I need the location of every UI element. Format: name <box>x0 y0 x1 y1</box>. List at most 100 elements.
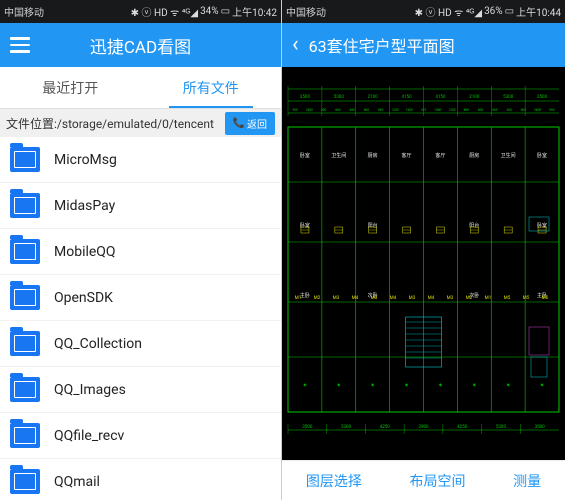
cad-viewport[interactable]: 3500530021004150415021005300350090026008… <box>282 67 565 460</box>
svg-text:800: 800 <box>521 108 527 112</box>
svg-text:✶: ✶ <box>370 382 375 389</box>
svg-text:卫生间: 卫生间 <box>331 152 346 159</box>
svg-text:860: 860 <box>464 108 470 112</box>
chevron-left-icon[interactable]: ‹ <box>292 34 299 56</box>
svg-text:4150: 4150 <box>435 94 446 100</box>
svg-text:✶: ✶ <box>404 382 409 389</box>
folder-item[interactable]: OpenSDK <box>0 275 281 321</box>
svg-text:厨房: 厨房 <box>469 152 479 159</box>
svg-text:475: 475 <box>421 108 427 112</box>
svg-text:3500: 3500 <box>300 94 311 100</box>
folder-icon <box>10 469 40 494</box>
tab-recent[interactable]: 最近打开 <box>0 67 141 108</box>
carrier-label: 中国移动 <box>4 4 44 19</box>
svg-text:1560: 1560 <box>434 108 441 112</box>
svg-text:M5: M5 <box>504 295 511 301</box>
svg-text:800: 800 <box>364 108 370 112</box>
app-title: 迅捷CAD看图 <box>90 33 191 58</box>
folder-name: QQfile_recv <box>54 428 124 444</box>
svg-text:厨房: 厨房 <box>368 152 378 159</box>
svg-text:主卧: 主卧 <box>300 292 310 299</box>
status-bar: 中国移动 ✱ ⓥ HD ᯤ ⁴ᴳ◢ 34% ▭ 上午10:42 <box>0 0 281 23</box>
svg-text:2100: 2100 <box>469 94 480 100</box>
folder-item[interactable]: MobileQQ <box>0 229 281 275</box>
folder-list[interactable]: MicroMsg MidasPay MobileQQ OpenSDK QQ_Collec… <box>0 137 281 500</box>
folder-item[interactable]: MicroMsg <box>0 137 281 183</box>
svg-text:卧室: 卧室 <box>537 222 547 229</box>
folder-icon <box>10 377 40 402</box>
svg-text:✶: ✶ <box>336 382 341 389</box>
folder-item[interactable]: QQ_Collection <box>0 321 281 367</box>
layer-button[interactable]: 图层选择 <box>306 471 362 491</box>
svg-text:860: 860 <box>335 108 341 112</box>
svg-text:✶: ✶ <box>302 382 307 389</box>
svg-text:M3: M3 <box>409 295 416 301</box>
battery-label: 36% <box>484 6 503 17</box>
status-right: ✱ ⓥ HD ᯤ ⁴ᴳ◢ 34% ▭ 上午10:42 <box>131 4 277 19</box>
svg-text:900: 900 <box>549 108 555 112</box>
viewer-header: ‹ 63套住宅户型平面图 <box>282 23 565 67</box>
back-button[interactable]: 📞 返回 <box>225 112 275 135</box>
folder-icon <box>10 147 40 172</box>
folder-name: MicroMsg <box>54 152 117 168</box>
svg-text:4250: 4250 <box>380 424 391 430</box>
svg-text:4250: 4250 <box>457 424 468 430</box>
svg-text:2100: 2100 <box>368 94 379 100</box>
folder-name: QQ_Images <box>54 382 126 398</box>
file-browser-screen: 中国移动 ✱ ⓥ HD ᯤ ⁴ᴳ◢ 34% ▭ 上午10:42 迅捷CAD看图 … <box>0 0 282 500</box>
svg-text:阳台: 阳台 <box>469 222 479 229</box>
svg-text:800: 800 <box>478 108 484 112</box>
folder-name: MobileQQ <box>54 244 116 260</box>
svg-text:M6: M6 <box>542 295 549 301</box>
svg-text:阳台: 阳台 <box>368 222 378 229</box>
menu-icon[interactable] <box>10 37 30 53</box>
folder-item[interactable]: MidasPay <box>0 183 281 229</box>
cad-viewer-screen: 中国移动 ✱ ⓥ HD ᯤ ⁴ᴳ◢ 36% ▭ 上午10:44 ‹ 63套住宅户… <box>282 0 565 500</box>
svg-text:5300: 5300 <box>341 424 352 430</box>
folder-item[interactable]: QQfile_recv <box>0 413 281 459</box>
folder-name: MidasPay <box>54 198 115 214</box>
folder-item[interactable]: QQ_Images <box>0 367 281 413</box>
svg-text:860: 860 <box>378 108 384 112</box>
svg-text:客厅: 客厅 <box>435 152 445 159</box>
status-icons: ✱ ⓥ HD ᯤ ⁴ᴳ◢ <box>415 4 482 19</box>
cad-drawing: 3500530021004150415021005300350090026008… <box>282 67 565 460</box>
svg-text:860: 860 <box>492 108 498 112</box>
folder-icon <box>10 331 40 356</box>
svg-text:✶: ✶ <box>540 382 545 389</box>
measure-button[interactable]: 测量 <box>513 471 541 491</box>
phone-icon: 📞 <box>233 118 245 129</box>
tabs: 最近打开 所有文件 <box>0 67 281 109</box>
svg-text:480: 480 <box>506 108 512 112</box>
time-label: 上午10:44 <box>516 4 561 19</box>
svg-text:卧室: 卧室 <box>300 222 310 229</box>
svg-text:1560: 1560 <box>406 108 413 112</box>
folder-icon <box>10 239 40 264</box>
svg-text:3500: 3500 <box>535 424 546 430</box>
svg-text:1350: 1350 <box>391 108 398 112</box>
svg-text:卫生间: 卫生间 <box>501 152 516 159</box>
path-text: 文件位置:/storage/emulated/0/tencent <box>6 115 214 132</box>
svg-text:3500: 3500 <box>537 94 548 100</box>
svg-text:✶: ✶ <box>472 382 477 389</box>
svg-text:M3: M3 <box>447 295 454 301</box>
viewer-title: 63套住宅户型平面图 <box>309 33 455 57</box>
status-icons: ✱ ⓥ HD ᯤ ⁴ᴳ◢ <box>131 4 198 19</box>
svg-text:800: 800 <box>321 108 327 112</box>
battery-label: 34% <box>200 6 219 17</box>
svg-text:✶: ✶ <box>506 382 511 389</box>
svg-text:M4: M4 <box>428 295 435 301</box>
time-label: 上午10:42 <box>232 4 277 19</box>
folder-item[interactable]: QQmail <box>0 459 281 500</box>
svg-text:M2: M2 <box>314 295 321 301</box>
tab-all-files[interactable]: 所有文件 <box>141 67 282 108</box>
folder-name: QQ_Collection <box>54 336 142 352</box>
svg-text:2600: 2600 <box>534 108 541 112</box>
svg-text:M1: M1 <box>485 295 491 301</box>
svg-text:5300: 5300 <box>496 424 507 430</box>
folder-icon <box>10 285 40 310</box>
path-bar: 文件位置:/storage/emulated/0/tencent 📞 返回 <box>0 109 281 137</box>
svg-text:M3: M3 <box>371 295 378 301</box>
layout-button[interactable]: 布局空间 <box>409 471 465 491</box>
svg-text:480: 480 <box>349 108 355 112</box>
